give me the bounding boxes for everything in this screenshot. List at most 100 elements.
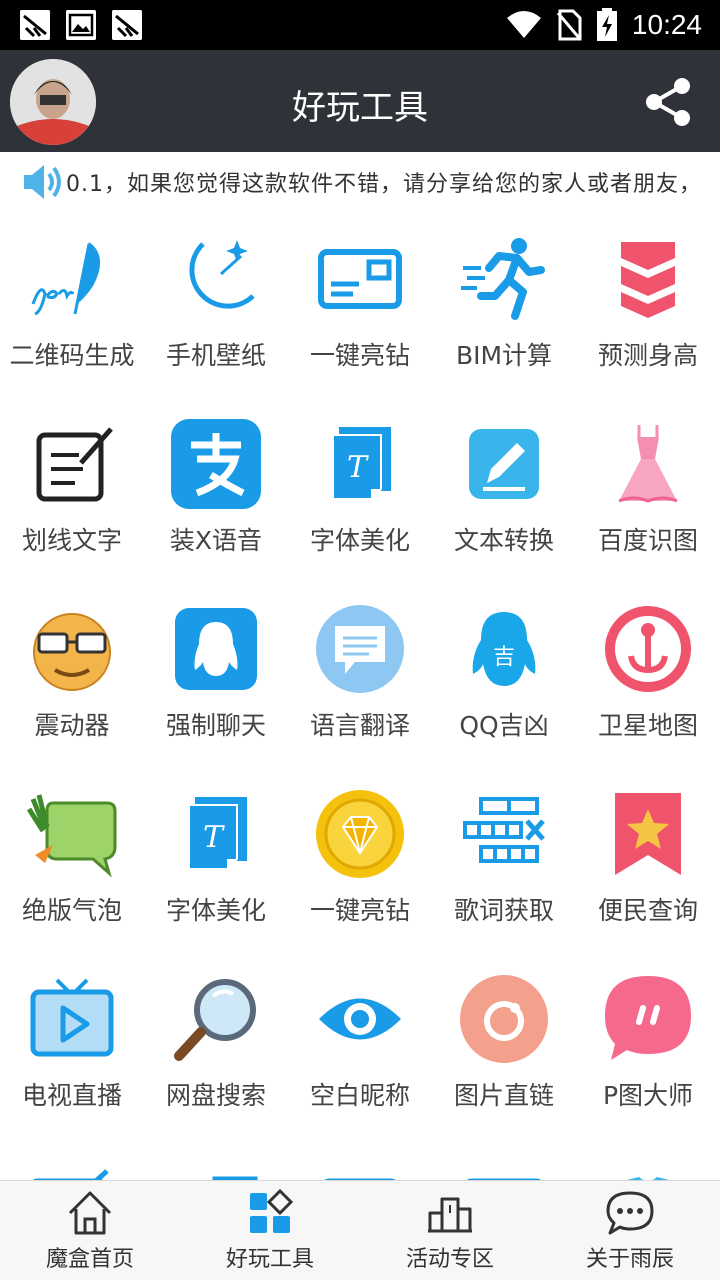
wifi-icon xyxy=(506,11,541,38)
tool-item[interactable]: 文本转换 xyxy=(432,399,576,584)
tool-label: 震动器 xyxy=(34,711,110,740)
tool-item[interactable]: 电视直播 xyxy=(0,954,144,1139)
tool-label: 图片直链 xyxy=(453,1081,554,1110)
battery-charging-icon xyxy=(596,8,617,41)
tool-item[interactable]: 绝版气泡 xyxy=(0,769,144,954)
tool-item[interactable]: 手机壁纸 xyxy=(144,214,288,399)
tool-item[interactable]: 装X语音 xyxy=(144,399,288,584)
tool-item[interactable]: 划线文字 xyxy=(0,399,144,584)
dress-icon xyxy=(618,425,678,503)
tool-label: 卫星地图 xyxy=(597,711,698,740)
tool-item[interactable]: 卫星地图 xyxy=(576,584,720,769)
tool-label: 歌词获取 xyxy=(453,896,554,925)
nav-label: 活动专区 xyxy=(405,1247,494,1272)
tools-grid: 二维码生成 手机壁纸 一键亮钻 BIM计算 预测身高 划线文字 装X语音 T 字… xyxy=(0,214,720,1180)
tool-label: 网盘搜索 xyxy=(165,1081,266,1110)
tool-item[interactable]: 网盘搜索 xyxy=(144,954,288,1139)
speaker-icon xyxy=(24,165,61,199)
tool-label: 语言翻译 xyxy=(309,711,410,740)
tool-item-partial[interactable] xyxy=(288,1139,432,1180)
note-edit-icon xyxy=(36,427,113,502)
tool-label: 划线文字 xyxy=(21,526,122,555)
tool-item[interactable]: 图片直链 xyxy=(432,954,576,1139)
edit-board-icon xyxy=(32,1169,109,1180)
tool-item-partial[interactable] xyxy=(576,1139,720,1180)
tool-label: QQ吉凶 xyxy=(459,711,549,740)
chat-bubble-icon xyxy=(605,976,691,1060)
glasses-face-icon xyxy=(33,613,111,691)
nav-about[interactable]: 关于雨辰 xyxy=(540,1181,720,1280)
tool-item[interactable]: 便民查询 xyxy=(576,769,720,954)
tool-label: 绝版气泡 xyxy=(21,896,122,925)
tool-label: 强制聊天 xyxy=(165,711,266,740)
tool-label: 预测身高 xyxy=(597,341,698,370)
tool-item[interactable]: 二维码生成 xyxy=(0,214,144,399)
notification-icon xyxy=(112,10,142,40)
apps-icon xyxy=(250,1189,294,1233)
tool-item[interactable]: 歌词获取 xyxy=(432,769,576,954)
tool-label: BIM计算 xyxy=(455,341,553,370)
eye-icon xyxy=(319,998,401,1040)
tool-item[interactable]: T 字体美化 xyxy=(144,769,288,954)
message-icon xyxy=(606,1191,654,1235)
magnifier-icon xyxy=(174,979,256,1061)
moon-stars-icon xyxy=(189,240,255,309)
tool-label: 空白昵称 xyxy=(309,1081,410,1110)
penguin-luck-icon: 吉 xyxy=(472,612,536,686)
tool-item[interactable]: 一键亮钻 xyxy=(288,769,432,954)
tool-item-partial[interactable] xyxy=(432,1139,576,1180)
card-icon xyxy=(318,249,402,309)
svg-text:T: T xyxy=(347,450,369,485)
tool-item-partial[interactable] xyxy=(0,1139,144,1180)
tool-item[interactable]: 吉 QQ吉凶 xyxy=(432,584,576,769)
image-notification-icon xyxy=(66,10,96,40)
tool-item[interactable]: T 字体美化 xyxy=(288,399,432,584)
nav-label: 魔盒首页 xyxy=(45,1247,134,1272)
nav-home[interactable]: 魔盒首页 xyxy=(0,1181,180,1280)
tv-play-icon xyxy=(30,978,114,1057)
tool-item[interactable]: 百度识图 xyxy=(576,399,720,584)
tool-label: 手机壁纸 xyxy=(165,341,266,370)
tool-item[interactable]: 震动器 xyxy=(0,584,144,769)
no-sim-icon xyxy=(556,9,582,41)
tool-item[interactable]: P图大师 xyxy=(576,954,720,1139)
bricks-icon xyxy=(463,797,545,863)
tool-label: 字体美化 xyxy=(309,526,410,555)
shirt-icon xyxy=(627,1177,669,1180)
tool-label: 字体美化 xyxy=(165,896,266,925)
tool-label: 装X语音 xyxy=(169,526,263,555)
tool-label: 电视直播 xyxy=(21,1081,122,1110)
tool-label: 便民查询 xyxy=(597,896,698,925)
tool-item[interactable]: 预测身高 xyxy=(576,214,720,399)
window-icon xyxy=(466,1178,542,1180)
tool-label: 二维码生成 xyxy=(9,341,135,370)
chevrons-icon xyxy=(621,242,675,318)
font-doc-icon: T xyxy=(332,427,391,500)
tool-item-partial[interactable] xyxy=(144,1139,288,1180)
alipay-icon xyxy=(171,419,261,509)
share-icon[interactable] xyxy=(640,74,696,130)
tool-item[interactable]: 强制聊天 xyxy=(144,584,288,769)
page-title: 好玩工具 xyxy=(292,88,428,128)
tool-label: 百度识图 xyxy=(597,526,698,555)
tool-label: P图大师 xyxy=(602,1081,694,1110)
tool-item[interactable]: 一键亮钻 xyxy=(288,214,432,399)
tool-item[interactable]: 语言翻译 xyxy=(288,584,432,769)
tool-item[interactable]: BIM计算 xyxy=(432,214,576,399)
tool-label: 文本转换 xyxy=(453,526,554,555)
clock: 10:24 xyxy=(631,9,702,40)
announcement-marquee: 0.1，如果您觉得这款软件不错，请分享给您的家人或者朋友， xyxy=(0,152,720,214)
nav-activities[interactable]: 活动专区 xyxy=(360,1181,540,1280)
devices-icon xyxy=(212,1176,258,1180)
app-header: 好玩工具 xyxy=(0,50,720,152)
status-bar: 10:24 xyxy=(0,0,720,50)
podium-icon xyxy=(428,1197,472,1233)
diamond-coin-icon xyxy=(316,790,404,878)
font-doc-icon: T xyxy=(188,797,247,870)
home-icon xyxy=(68,1191,112,1235)
nav-label: 关于雨辰 xyxy=(585,1247,674,1272)
tool-label: 一键亮钻 xyxy=(309,896,410,925)
tool-item[interactable]: 空白昵称 xyxy=(288,954,432,1139)
link-circle-icon xyxy=(460,975,548,1063)
nav-tools[interactable]: 好玩工具 xyxy=(180,1181,360,1280)
